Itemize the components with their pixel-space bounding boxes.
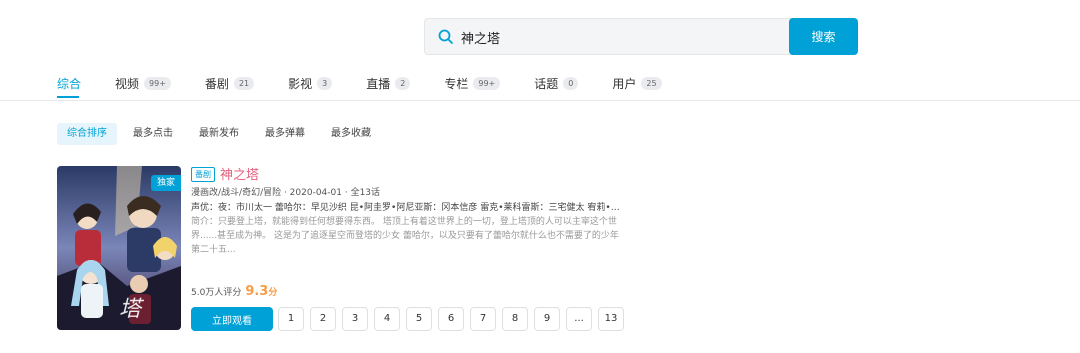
episode-list: 1 2 3 4 5 6 7 8 9 ... 13 (278, 307, 630, 331)
tab-label: 话题 (534, 76, 559, 91)
tab-article[interactable]: 专栏 99+ (444, 74, 501, 92)
search-icon (438, 29, 453, 44)
tab-count-badge: 2 (395, 76, 411, 90)
result-title[interactable]: 神之塔 (220, 164, 259, 183)
result-description: 简介：只要登上塔，就能得到任何想要得东西。 塔顶上有着这世界上的一切，登上塔顶的… (191, 217, 619, 255)
episode-button[interactable]: 9 (534, 307, 560, 331)
tab-count-badge: 3 (317, 76, 333, 90)
rating-count: 5.0万人评分 (191, 288, 242, 298)
tab-topic[interactable]: 话题 0 (534, 74, 579, 92)
episode-button[interactable]: 6 (438, 307, 464, 331)
tab-label: 直播 (366, 76, 391, 91)
divider (0, 100, 1080, 101)
tab-label: 番剧 (204, 76, 229, 91)
type-tag: 番剧 (191, 167, 215, 182)
watch-now-button[interactable]: 立即观看 (191, 307, 273, 331)
episode-button[interactable]: 3 (342, 307, 368, 331)
tab-label: 影视 (288, 76, 313, 91)
sort-option-most-clicks[interactable]: 最多点击 (123, 123, 183, 145)
tab-film[interactable]: 影视 3 (288, 74, 333, 92)
tab-count-badge: 21 (233, 76, 255, 90)
tab-count-badge: 99+ (473, 76, 501, 90)
result-tabs: 综合 视频 99+ 番剧 21 影视 3 直播 2 专栏 99+ 话题 0 用户… (57, 74, 696, 92)
rating: 5.0万人评分 9.3 分 (191, 284, 277, 299)
episode-button[interactable]: 2 (310, 307, 336, 331)
tab-label: 用户 (612, 76, 637, 91)
tab-count-badge: 0 (563, 76, 579, 90)
tab-count-badge: 25 (641, 76, 662, 90)
exclusive-badge: 独家 (150, 175, 181, 191)
tab-live[interactable]: 直播 2 (366, 74, 411, 92)
tab-count-badge: 99+ (144, 76, 171, 90)
sort-option-most-danmaku[interactable]: 最多弹幕 (255, 123, 315, 145)
tab-bangumi[interactable]: 番剧 21 (204, 74, 255, 92)
sort-option-most-favorites[interactable]: 最多收藏 (321, 123, 381, 145)
tab-label: 视频 (115, 76, 140, 91)
result-cast: 声优：夜：市川太一 蕾哈尔：早见沙织 昆•阿圭罗•阿尼亚斯：冈本信彦 雷克•莱科… (191, 203, 623, 213)
episode-button[interactable]: 1 (278, 307, 304, 331)
episode-button[interactable]: 8 (502, 307, 528, 331)
tab-user[interactable]: 用户 25 (612, 74, 662, 92)
search-bar: 搜索 (424, 18, 858, 56)
search-input[interactable] (459, 19, 783, 56)
episode-button[interactable]: 5 (406, 307, 432, 331)
search-button[interactable]: 搜索 (789, 18, 858, 55)
sort-option-newest[interactable]: 最新发布 (189, 123, 249, 145)
rating-unit: 分 (268, 288, 278, 298)
tab-video[interactable]: 视频 99+ (115, 74, 171, 92)
tab-label: 专栏 (444, 76, 469, 91)
result-meta: 漫画改/战斗/奇幻/冒险 · 2020-04-01 · 全13话 (191, 188, 381, 198)
episode-button[interactable]: 13 (598, 307, 624, 331)
episode-button[interactable]: 4 (374, 307, 400, 331)
sort-bar: 综合排序 最多点击 最新发布 最多弹幕 最多收藏 (57, 123, 387, 145)
cover-image[interactable]: 塔 独家 (57, 166, 181, 330)
tab-label: 综合 (57, 76, 82, 91)
active-tab-indicator (57, 96, 79, 98)
rating-score: 9.3 (245, 284, 269, 299)
sort-option-default[interactable]: 综合排序 (57, 123, 117, 145)
tab-all[interactable]: 综合 (57, 74, 81, 92)
episode-more-button[interactable]: ... (566, 307, 592, 331)
episode-button[interactable]: 7 (470, 307, 496, 331)
